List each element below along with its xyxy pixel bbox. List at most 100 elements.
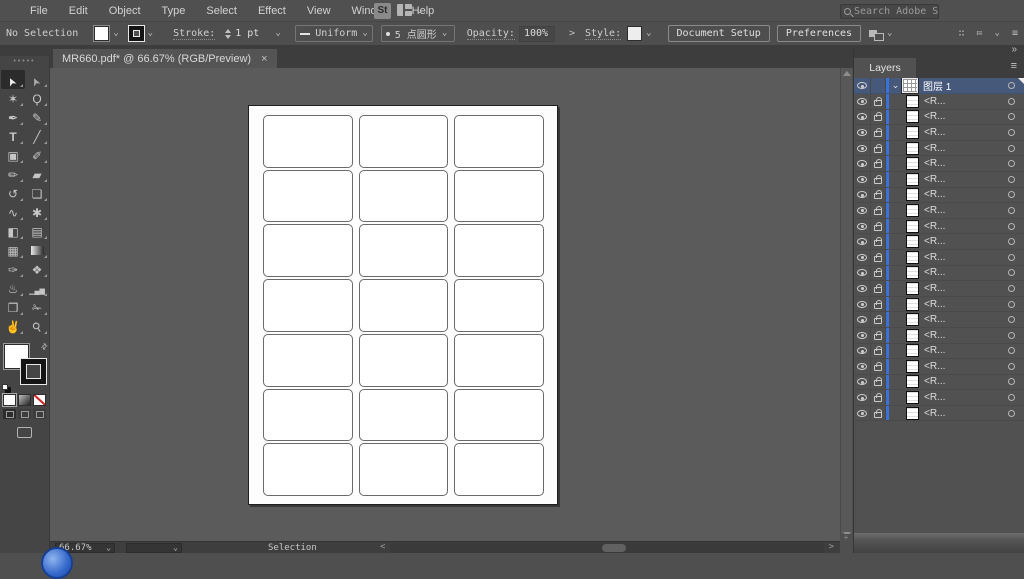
width-tool[interactable]: ∿ [1, 203, 25, 222]
target-circle-icon[interactable] [1008, 300, 1015, 308]
lock-icon[interactable] [874, 346, 882, 356]
target-circle-icon[interactable] [1008, 316, 1015, 324]
layer-row[interactable]: <R... [854, 187, 1024, 204]
eye-icon[interactable] [857, 97, 867, 105]
target-circle-icon[interactable] [1008, 175, 1015, 183]
target-circle-icon[interactable] [1008, 347, 1015, 355]
lock-icon[interactable] [874, 127, 882, 137]
lock-icon[interactable] [874, 252, 882, 262]
artboard-navigation-dropdown[interactable]: ⌄ [126, 543, 182, 553]
pen-tool[interactable]: ✒ [1, 108, 25, 127]
target-circle-icon[interactable] [1008, 191, 1015, 199]
object-name[interactable]: <R... [924, 267, 1008, 278]
object-name[interactable]: <R... [924, 221, 1008, 232]
target-circle-icon[interactable] [1008, 82, 1015, 89]
label-cell[interactable] [358, 279, 449, 332]
object-thumbnail[interactable] [906, 219, 919, 233]
visibility-cell[interactable] [854, 78, 871, 93]
target-circle-icon[interactable] [1008, 206, 1015, 214]
paintbrush-tool[interactable]: ✐ [25, 146, 49, 165]
lock-cell[interactable] [871, 125, 886, 140]
zoom-tool[interactable]: ⚲ [25, 317, 49, 336]
layer-row[interactable]: <R... [854, 234, 1024, 250]
target-circle-icon[interactable] [1008, 331, 1015, 339]
label-cell[interactable] [454, 279, 544, 332]
object-name[interactable]: <R... [924, 392, 1008, 403]
visibility-cell[interactable] [854, 218, 871, 234]
label-cell[interactable] [454, 443, 544, 496]
object-name[interactable]: <R... [924, 299, 1008, 310]
opacity-value[interactable]: 100% [518, 25, 555, 42]
lock-cell[interactable] [871, 296, 886, 312]
eye-icon[interactable] [857, 347, 867, 355]
curvature-tool[interactable]: ✎ [25, 108, 49, 127]
layer-row[interactable]: <R... [854, 109, 1024, 126]
document-tab[interactable]: MR660.pdf* @ 66.67% (RGB/Preview) × [53, 49, 277, 68]
object-thumbnail[interactable] [906, 235, 919, 249]
visibility-cell[interactable] [854, 125, 871, 140]
object-thumbnail[interactable] [906, 250, 919, 264]
visibility-cell[interactable] [854, 296, 871, 312]
visibility-cell[interactable] [854, 156, 871, 171]
color-button[interactable] [2, 393, 17, 407]
target-circle-icon[interactable] [1008, 238, 1015, 246]
draw-behind-button[interactable] [18, 409, 31, 419]
target-circle-icon[interactable] [1008, 394, 1015, 402]
object-thumbnail[interactable] [906, 125, 919, 139]
lock-cell[interactable] [871, 312, 886, 327]
visibility-cell[interactable] [854, 327, 871, 343]
chevron-down-icon[interactable]: ⌄ [646, 29, 651, 38]
shape-builder-tool[interactable]: ◧ [1, 222, 25, 241]
chevron-down-icon[interactable]: ⌄ [113, 29, 118, 38]
close-icon[interactable]: × [261, 53, 267, 65]
label-cell[interactable] [358, 115, 449, 168]
draw-normal-button[interactable] [3, 409, 16, 419]
eye-icon[interactable] [857, 269, 867, 277]
direct-selection-tool[interactable]: ➤ [25, 70, 49, 89]
lock-cell[interactable] [871, 156, 886, 171]
none-button[interactable] [33, 394, 46, 406]
eye-icon[interactable] [857, 331, 867, 339]
label-cell[interactable] [263, 279, 353, 332]
visibility-cell[interactable] [854, 405, 871, 421]
object-thumbnail[interactable] [906, 141, 919, 155]
scroll-right-icon[interactable]: > [829, 542, 834, 552]
chevron-down-icon[interactable]: ⌄ [275, 29, 280, 38]
opacity-panel-arrow[interactable]: > [569, 28, 575, 39]
lock-cell[interactable] [871, 343, 886, 359]
layer-row[interactable]: <R... [854, 156, 1024, 172]
visibility-cell[interactable] [854, 390, 871, 405]
label-cell[interactable] [454, 333, 544, 387]
visibility-cell[interactable] [854, 109, 871, 125]
lock-cell[interactable] [871, 171, 886, 187]
change-screen-mode-button[interactable] [17, 427, 32, 438]
canvas-area[interactable] [50, 68, 840, 541]
mesh-tool[interactable]: ▦ [1, 241, 25, 260]
visibility-cell[interactable] [854, 140, 871, 156]
dots-grid-icon[interactable]: ∷ [958, 28, 964, 39]
eye-icon[interactable] [857, 253, 867, 261]
object-name[interactable]: <R... [924, 96, 1008, 107]
lock-icon[interactable] [874, 237, 882, 247]
label-cell[interactable] [358, 224, 449, 278]
eye-icon[interactable] [857, 113, 867, 121]
lock-icon[interactable] [874, 299, 882, 309]
layer-row-root[interactable]: ⌄ 图层 1 [854, 78, 1024, 94]
chevron-down-icon[interactable]: ⌄ [889, 80, 902, 91]
eye-icon[interactable] [857, 300, 867, 308]
tab-layers[interactable]: Layers [854, 58, 916, 78]
object-name[interactable]: <R... [924, 127, 1008, 138]
line-segment-tool[interactable]: ╱ [25, 127, 49, 146]
rotate-tool[interactable]: ↺ [1, 184, 25, 203]
menu-item[interactable]: Select [206, 5, 237, 17]
horizontal-scrollbar[interactable] [390, 543, 824, 553]
label-cell[interactable] [454, 169, 544, 223]
layer-row[interactable]: <R... [854, 171, 1024, 188]
visibility-cell[interactable] [854, 203, 871, 218]
default-colors-icon[interactable] [2, 384, 8, 390]
scale-tool[interactable]: ❏ [25, 184, 49, 203]
menu-item[interactable]: File [30, 5, 48, 17]
lock-cell[interactable] [871, 374, 886, 390]
workspace-switcher[interactable]: ⌄ [397, 4, 424, 16]
visibility-cell[interactable] [854, 234, 871, 249]
